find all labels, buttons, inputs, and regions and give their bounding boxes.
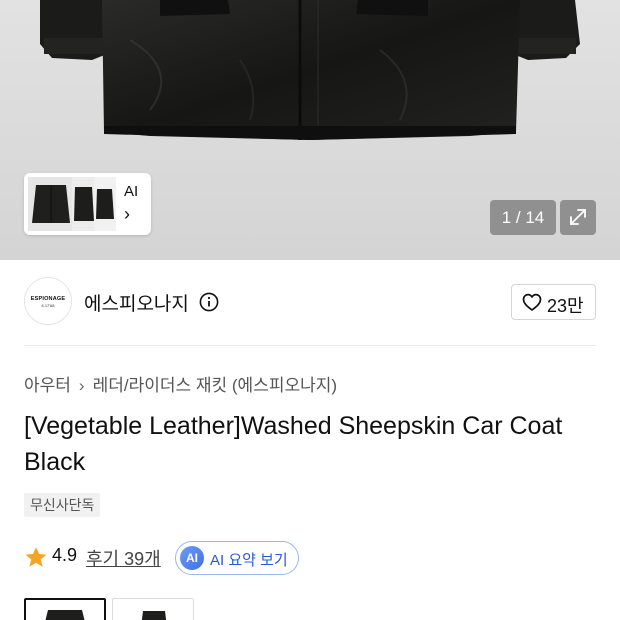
like-count: 23만 [547,296,584,316]
heart-outline-icon [522,293,542,311]
thumbnail-image-2[interactable] [72,177,96,231]
thumbnail-ai-label: AI [124,183,139,200]
star-icon [25,547,47,567]
brand-logo-subtext: 6.17'68 [41,303,55,308]
expand-button[interactable] [560,200,596,235]
chevron-right-icon[interactable]: › [124,205,130,223]
product-title: [Vegetable Leather]Washed Sheepskin Car … [24,412,563,476]
brand-logo-text: ESPIONAGE [30,296,66,302]
info-icon[interactable] [199,292,219,312]
ai-summary-button[interactable]: AI AI 요약 보기 [175,541,299,575]
breadcrumb-item-category[interactable]: 레더/라이더스 재킷 (에스피오나지) [93,376,337,395]
brand-name[interactable]: 에스피오나지 [84,289,189,316]
thumbnail-image-1[interactable] [28,177,74,231]
brand-logo[interactable]: ESPIONAGE 6.17'68 [24,277,72,325]
divider [24,345,596,346]
expand-icon [570,209,586,225]
reviews-link[interactable]: 후기 39개 [86,545,161,571]
breadcrumb-item-outer[interactable]: 아우터 [24,376,71,395]
color-option[interactable] [112,598,194,620]
ai-summary-label: AI 요약 보기 [210,552,288,569]
image-counter: 1 / 14 [490,200,556,235]
product-image-gallery[interactable]: AI › 1 / 14 [0,0,620,260]
breadcrumb: 아우터 › 레더/라이더스 재킷 (에스피오나지) [24,371,337,396]
color-option-selected[interactable] [24,598,106,620]
breadcrumb-separator-icon: › [78,376,85,395]
thumbnail-strip[interactable]: AI › [24,173,151,235]
color-option-image [45,610,85,620]
ai-badge-icon: AI [180,546,204,570]
exclusive-badge: 무신사단독 [24,493,101,517]
like-button[interactable]: 23만 [511,284,596,320]
rating-score: 4.9 [52,545,78,565]
color-option-image [141,611,167,620]
thumbnail-image-3[interactable] [94,177,116,231]
